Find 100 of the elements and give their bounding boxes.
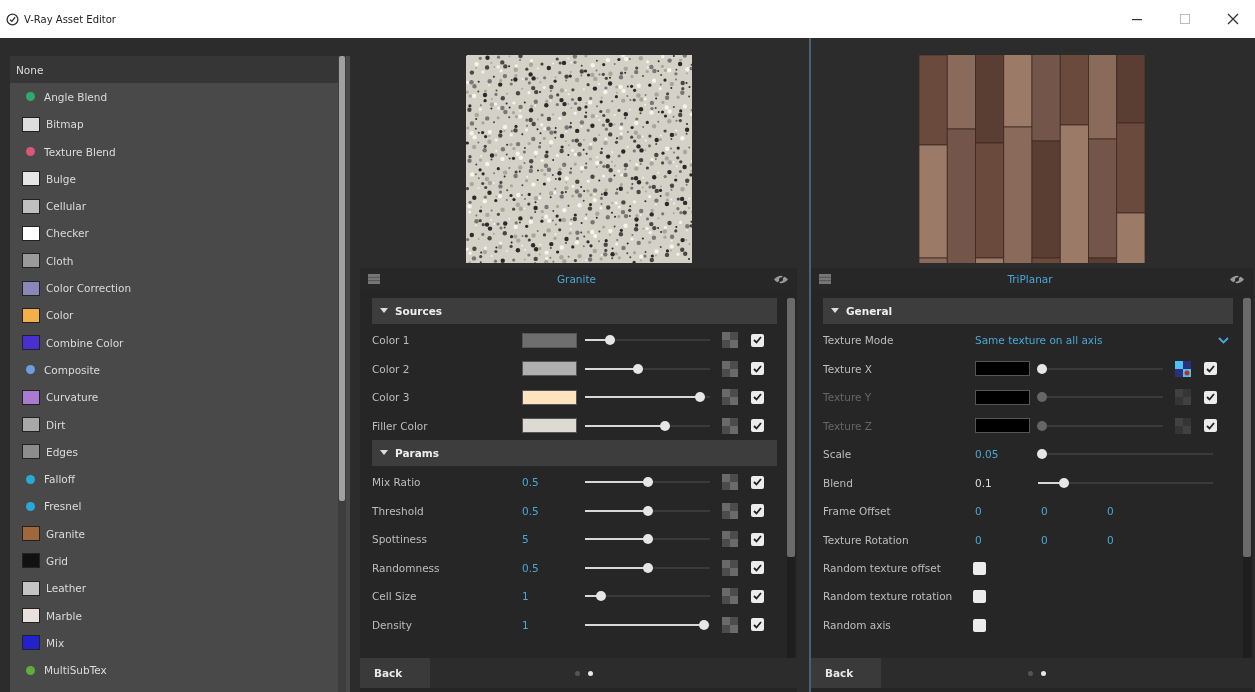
texture-list-item[interactable]: MultiSubTex — [10, 656, 338, 684]
texture-list-item[interactable]: Edges — [10, 438, 338, 466]
checkbox[interactable] — [973, 618, 986, 632]
value-field[interactable]: 0.5 — [522, 561, 585, 574]
color-swatch[interactable] — [522, 389, 577, 405]
texture-list-item[interactable]: Grid — [10, 547, 338, 575]
checkbox[interactable] — [751, 504, 764, 518]
checkbox[interactable] — [751, 561, 764, 575]
page-indicator-dot[interactable] — [574, 670, 580, 676]
property-label: Blend — [823, 476, 854, 489]
texture-list-item[interactable]: Angle Blend — [10, 83, 338, 111]
checkbox[interactable] — [751, 532, 764, 546]
texture-list-item[interactable]: Fresnel — [10, 492, 338, 521]
page-indicator-dot[interactable] — [1041, 670, 1046, 676]
asset-title: TriPlanar — [1006, 273, 1054, 285]
color-swatch[interactable] — [522, 361, 577, 377]
section-title: Sources — [395, 305, 443, 317]
hidden-eye-icon[interactable] — [773, 273, 789, 285]
texture-list-item[interactable]: Curvature — [10, 383, 338, 411]
color-swatch[interactable] — [522, 418, 577, 434]
value-field[interactable]: 0 — [1041, 533, 1107, 546]
checkbox[interactable] — [1204, 362, 1217, 376]
checkbox[interactable] — [751, 475, 764, 489]
property-label: Random axis — [823, 618, 892, 632]
hidden-eye-icon[interactable] — [1229, 273, 1245, 285]
color-swatch[interactable] — [975, 361, 1030, 377]
property-label: Randomness — [372, 561, 441, 574]
property-label: Color 1 — [372, 334, 411, 347]
checkbox[interactable] — [751, 589, 764, 603]
value-field[interactable]: 0 — [975, 505, 1041, 518]
scrollbar[interactable] — [1243, 298, 1251, 658]
texture-list-item[interactable]: Combine Color — [10, 328, 338, 357]
section-header[interactable]: Params — [372, 440, 777, 466]
property-label: Texture Y — [823, 391, 873, 404]
texture-list-item[interactable]: Composite — [10, 356, 338, 384]
property-label: Texture Mode — [823, 334, 895, 347]
checkbox[interactable] — [751, 390, 764, 404]
scrollbar[interactable] — [787, 298, 795, 658]
app-logo-icon — [6, 12, 19, 26]
property-label: Mix Ratio — [372, 476, 422, 489]
texture-list-item[interactable]: Color — [10, 301, 338, 329]
section-title: General — [846, 305, 893, 317]
texture-list-item[interactable]: Marble — [10, 601, 338, 630]
value-field[interactable]: 0.05 — [975, 448, 1038, 461]
texture-list-item[interactable]: Cellular — [10, 192, 338, 220]
checkbox[interactable] — [973, 561, 986, 575]
value-field[interactable]: 0 — [1107, 505, 1173, 518]
texture-list-item[interactable]: Texture Blend — [10, 137, 338, 166]
texture-list-item[interactable]: Dirt — [10, 410, 338, 439]
texture-map-icon[interactable] — [1175, 360, 1191, 377]
property-label: Random texture rotation — [823, 590, 954, 604]
value-field[interactable]: 0 — [1041, 505, 1107, 518]
back-button[interactable]: Back — [360, 658, 430, 688]
property-label: Texture Z — [823, 419, 873, 432]
texture-list-item[interactable]: Bulge — [10, 165, 338, 193]
checkbox[interactable] — [751, 419, 764, 433]
property-label: Texture Rotation — [823, 533, 910, 546]
property-label: Scale — [823, 448, 853, 461]
chevron-down-icon[interactable] — [1218, 336, 1229, 344]
value-field[interactable]: 1 — [522, 590, 585, 603]
page-indicator-dot[interactable] — [587, 670, 593, 676]
section-header[interactable]: Sources — [372, 298, 777, 324]
value-field[interactable]: 0 — [1107, 533, 1173, 546]
property-label: Color 2 — [372, 362, 411, 375]
property-label: Texture X — [823, 362, 873, 375]
texture-list-item[interactable]: Cloth — [10, 247, 338, 275]
texture-list-item[interactable]: Granite — [10, 520, 338, 548]
property-label: Density — [372, 618, 413, 631]
checkbox[interactable] — [751, 362, 764, 376]
value-field[interactable]: 0.5 — [522, 504, 585, 517]
value-field[interactable]: 5 — [522, 533, 585, 546]
property-label: Cell Size — [372, 590, 418, 603]
texture-list-item[interactable]: Falloff — [10, 465, 338, 493]
scrollbar[interactable] — [338, 56, 346, 692]
section-header[interactable]: General — [823, 298, 1233, 324]
texture-list-item[interactable]: Leather — [10, 574, 338, 602]
color-swatch[interactable] — [522, 332, 577, 348]
property-label: Frame Offset — [823, 505, 892, 518]
value-field[interactable]: 0.1 — [975, 476, 1038, 489]
close-icon[interactable] — [1227, 13, 1239, 25]
property-label: Filler Color — [372, 419, 429, 432]
property-label: Random texture offset — [823, 561, 942, 575]
page-indicator-dot[interactable] — [1028, 670, 1033, 676]
window-title: V-Ray Asset Editor — [24, 13, 116, 25]
texture-list-item[interactable]: Bitmap — [10, 110, 338, 138]
value-field[interactable]: 1 — [522, 618, 585, 631]
asset-title: Granite — [555, 273, 597, 285]
property-label: Color 3 — [372, 391, 411, 404]
dropdown-value[interactable]: Same texture on all axis — [975, 334, 1218, 347]
back-button[interactable]: Back — [811, 658, 881, 688]
property-label: Spottiness — [372, 533, 428, 546]
value-field[interactable]: 0 — [975, 533, 1041, 546]
texture-list-item[interactable]: Color Correction — [10, 274, 338, 302]
value-field[interactable]: 0.5 — [522, 476, 585, 489]
texture-list-item[interactable]: Checker — [10, 219, 338, 248]
checkbox[interactable] — [973, 590, 986, 604]
texture-list-item[interactable]: None — [10, 56, 338, 84]
texture-list-item[interactable]: Mix — [10, 629, 338, 657]
checkbox[interactable] — [751, 618, 764, 632]
checkbox[interactable] — [751, 333, 764, 347]
